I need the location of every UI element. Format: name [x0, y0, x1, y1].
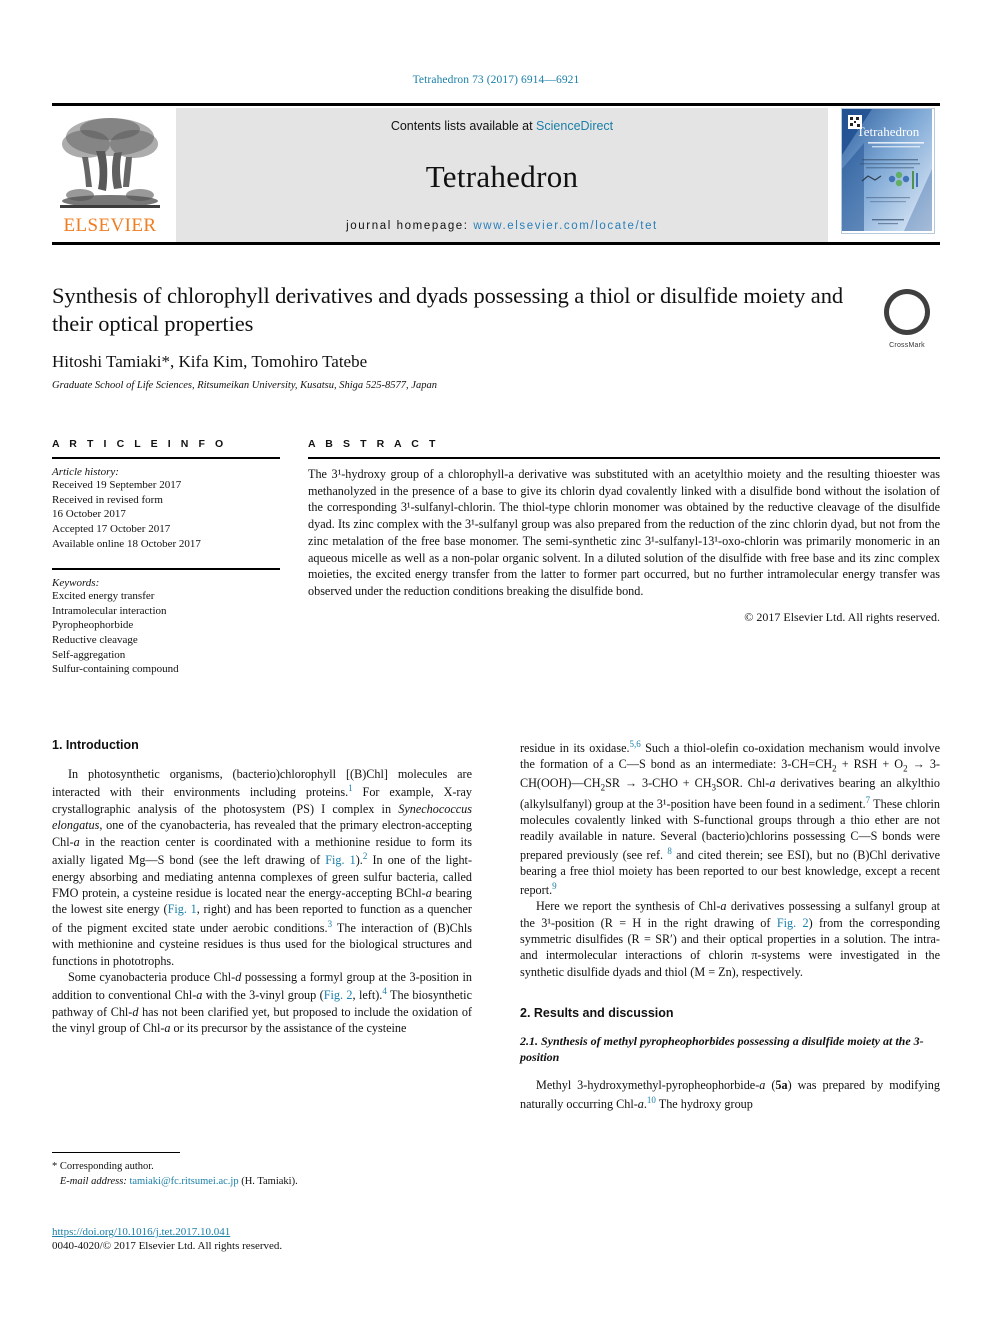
paragraph: Some cyanobacteria produce Chl-d possess… [52, 969, 472, 1037]
figure-link[interactable]: Fig. 1 [168, 902, 197, 916]
history-item: Received in revised form [52, 493, 163, 506]
authors-text: Hitoshi Tamiaki*, Kifa Kim, Tomohiro Tat… [52, 351, 368, 371]
text-run: SOR. Chl- [716, 776, 770, 790]
running-head: Tetrahedron 73 (2017) 6914—6921 [412, 74, 580, 86]
info-abstract-region: A R T I C L E I N F O Article history: R… [52, 438, 940, 677]
abstract-copyright: © 2017 Elsevier Ltd. All rights reserved… [744, 609, 940, 624]
article-info-heading: A R T I C L E I N F O [52, 438, 227, 450]
abstract-text: The 3¹-hydroxy group of a chlorophyll-a … [308, 467, 940, 598]
journal-band: Contents lists available at ScienceDirec… [176, 108, 828, 242]
body-column-left: 1. Introduction In photosynthetic organi… [52, 738, 472, 1112]
text-run: , left). [352, 988, 383, 1003]
figure-link[interactable]: Fig. 1 [325, 853, 356, 867]
keywords-rule [52, 568, 280, 571]
keyword-item: Sulfur-containing compound [52, 663, 179, 676]
journal-homepage-line: journal homepage: www.elsevier.com/locat… [346, 220, 658, 232]
citation-ref[interactable]: 9 [552, 881, 557, 891]
history-item: 16 October 2017 [52, 508, 126, 521]
subsection-heading-2-1: 2.1. Synthesis of methyl pyropheophorbid… [520, 1034, 924, 1064]
citation-ref[interactable]: 5,6 [630, 739, 641, 749]
title-block: Synthesis of chlorophyll derivatives and… [52, 282, 882, 391]
contents-available-line: Contents lists available at ScienceDirec… [391, 119, 613, 133]
contents-prefix: Contents lists available at [390, 119, 537, 133]
text-run: Some cyanobacteria produce Chl- [68, 970, 236, 985]
keyword-item: Intramolecular interaction [52, 604, 167, 617]
body-column-right: residue in its oxidase.5,6 Such a thiol-… [520, 738, 940, 1112]
crossmark-label: CrossMark [889, 342, 925, 349]
history-item: Received 19 September 2017 [52, 479, 182, 491]
text-run: Methyl 3-hydroxymethyl-pyropheophorbide- [536, 1078, 760, 1093]
keyword-item: Self-aggregation [52, 648, 126, 661]
cover-image: Tetrahedron [841, 108, 935, 234]
affiliation: Graduate School of Life Sciences, Ritsum… [52, 379, 437, 391]
journal-title: Tetrahedron [425, 158, 579, 194]
text-run: SR → 3-CHO + CH [605, 776, 712, 790]
homepage-prefix: journal homepage: [346, 220, 474, 232]
crossmark-badge[interactable]: CrossMark [876, 288, 938, 349]
paragraph: residue in its oxidase.5,6 Such a thiol-… [520, 738, 940, 898]
keywords-label: Keywords: [52, 577, 100, 590]
abstract-heading: A B S T R A C T [308, 438, 439, 450]
email-label: E-mail address: [59, 1175, 127, 1187]
elsevier-wordmark: ELSEVIER [63, 215, 157, 236]
paragraph: In photosynthetic organisms, (bacterio)c… [52, 766, 472, 969]
footnote-block: * Corresponding author. E-mail address: … [52, 1152, 472, 1189]
keyword-item: Pyropheophorbide [52, 619, 134, 632]
masthead-bottom-rule [52, 242, 940, 245]
text-run: The hydroxy group [655, 1096, 753, 1111]
section-heading-introduction: 1. Introduction [52, 738, 139, 752]
journal-masthead: ELSEVIER Contents lists available at Sci… [52, 103, 940, 245]
compound-label: 5a [775, 1078, 788, 1093]
figure-link[interactable]: Fig. 2 [777, 916, 809, 930]
figure-link[interactable]: Fig. 2 [324, 989, 353, 1003]
email-suffix: (H. Tamiaki). [238, 1175, 298, 1187]
abstract-column: A B S T R A C T The 3¹-hydroxy group of … [308, 438, 940, 677]
issn-copyright-line: 0040-4020/© 2017 Elsevier Ltd. All right… [52, 1240, 283, 1252]
footer-block: https://doi.org/10.1016/j.tet.2017.10.04… [52, 1226, 552, 1252]
paragraph: Here we report the synthesis of Chl-a de… [520, 898, 940, 980]
article-history-label: Article history: [52, 466, 119, 478]
masthead-top-rule [52, 103, 940, 106]
masthead-body: ELSEVIER Contents lists available at Sci… [52, 108, 940, 242]
email-link[interactable]: tamiaki@fc.ritsumei.ac.jp [129, 1176, 238, 1187]
crossmark-icon [884, 289, 930, 335]
footnote-rule [52, 1152, 180, 1153]
article-info-rule [52, 457, 280, 459]
sciencedirect-link[interactable]: ScienceDirect [536, 119, 613, 133]
citation-ref[interactable]: 10 [647, 1095, 656, 1105]
journal-article-page: Tetrahedron 73 (2017) 6914—6921 ELSEVIER… [0, 0, 992, 1323]
text-run: residue in its oxidase. [520, 741, 630, 756]
text-run: or its precursor by the assistance of th… [170, 1021, 407, 1036]
history-item: Accepted 17 October 2017 [52, 522, 171, 535]
corresponding-author-note: * Corresponding author. [52, 1161, 154, 1172]
email-note: E-mail address: tamiaki@fc.ritsumei.ac.j… [52, 1175, 472, 1190]
text-run: Here we report the synthesis of Chl- [536, 899, 721, 914]
abstract-rule [308, 457, 940, 459]
article-info-column: A R T I C L E I N F O Article history: R… [52, 438, 280, 677]
svg-text:Tetrahedron: Tetrahedron [857, 124, 920, 139]
keyword-item: Reductive cleavage [52, 634, 138, 646]
paragraph: Methyl 3-hydroxymethyl-pyropheophorbide-… [520, 1077, 940, 1112]
text-run: ( [765, 1078, 776, 1093]
body-columns: 1. Introduction In photosynthetic organi… [52, 738, 940, 1112]
text-run: + RSH + O [836, 757, 904, 772]
history-item: Available online 18 October 2017 [52, 537, 201, 550]
journal-cover-thumbnail[interactable]: Tetrahedron [836, 108, 940, 242]
doi-link[interactable]: https://doi.org/10.1016/j.tet.2017.10.04… [52, 1226, 552, 1238]
elsevier-logo: ELSEVIER [52, 108, 168, 242]
elsevier-tree-icon [60, 118, 160, 208]
section-heading-results: 2. Results and discussion [520, 1006, 674, 1021]
text-run: ). [355, 853, 363, 868]
homepage-url-link[interactable]: www.elsevier.com/locate/tet [473, 220, 657, 232]
keyword-item: Excited energy transfer [52, 590, 155, 603]
page-title: Synthesis of chlorophyll derivatives and… [52, 283, 843, 336]
text-run: with the 3-vinyl group ( [202, 988, 324, 1003]
author-list: Hitoshi Tamiaki*, Kifa Kim, Tomohiro Tat… [52, 352, 882, 372]
cover-artwork-icon: Tetrahedron [842, 109, 932, 231]
